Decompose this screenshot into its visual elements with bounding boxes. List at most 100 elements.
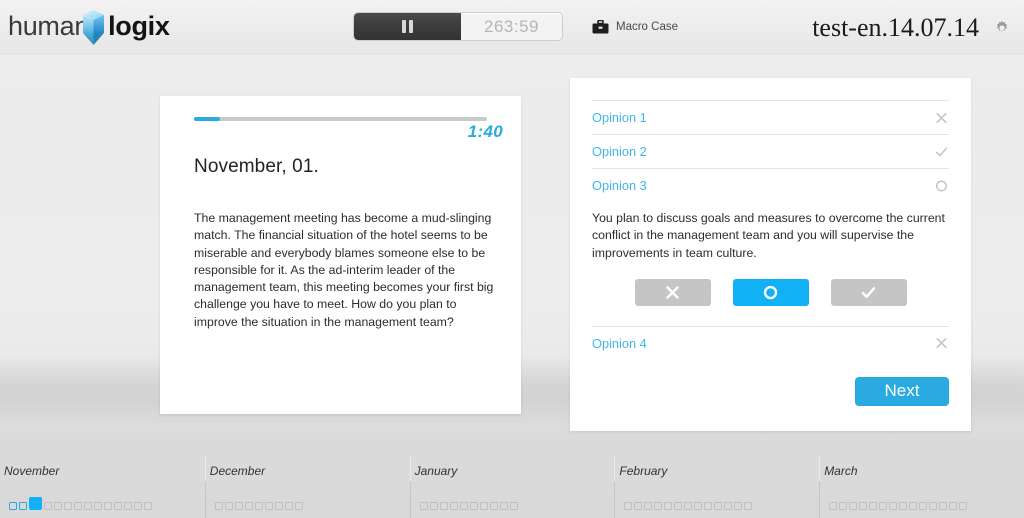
opinion-row[interactable]: Opinion 2 [592, 134, 949, 168]
timeline-day-current[interactable] [29, 497, 42, 510]
timeline-day-upcoming[interactable] [684, 502, 693, 510]
scenario-title: November, 01. [194, 156, 319, 177]
timeline-day-upcoming[interactable] [64, 502, 72, 510]
opinion-expanded-text: You plan to discuss goals and measures t… [592, 211, 945, 260]
timeline-day-upcoming[interactable] [919, 502, 928, 510]
timeline-day-upcoming[interactable] [94, 502, 102, 510]
timeline-day-upcoming[interactable] [899, 502, 908, 510]
timeline-day-upcoming[interactable] [929, 502, 938, 510]
timeline-day-upcoming[interactable] [879, 502, 888, 510]
timeline-month-label: January [414, 464, 458, 478]
opinion-label: Opinion 3 [592, 178, 647, 193]
session-timer: 263:59 [484, 16, 539, 36]
timeline-day-completed[interactable] [9, 502, 17, 510]
opinion-row[interactable]: Opinion 1 [592, 100, 949, 134]
opinion-list: Opinion 1 Opinion 2 Opinion 3 [592, 100, 949, 202]
timeline-day-upcoming[interactable] [664, 502, 673, 510]
circle-icon [935, 179, 948, 192]
timeline-day-upcoming[interactable] [949, 502, 958, 510]
check-icon [935, 147, 948, 156]
timeline-day-upcoming[interactable] [439, 502, 448, 510]
timeline-day-upcoming[interactable] [134, 502, 142, 510]
timeline-day-upcoming[interactable] [54, 502, 62, 510]
timeline-day-upcoming[interactable] [74, 502, 82, 510]
timeline-day-completed[interactable] [19, 502, 27, 510]
opinion-label: Opinion 2 [592, 144, 647, 159]
opinion-row[interactable]: Opinion 4 [592, 325, 949, 360]
timeline-day-cells [9, 497, 152, 510]
gear-icon[interactable] [994, 20, 1010, 36]
timeline-day-upcoming[interactable] [859, 502, 868, 510]
timeline-day-upcoming[interactable] [44, 502, 52, 510]
timeline-day-upcoming[interactable] [634, 502, 643, 510]
timeline-divider-gap [614, 456, 616, 481]
timeline-day-upcoming[interactable] [114, 502, 122, 510]
timeline-day-cells [419, 502, 518, 510]
timeline-day-upcoming[interactable] [469, 502, 478, 510]
circle-icon [763, 285, 778, 300]
brand-logo-text-light: human [8, 11, 90, 41]
timeline-month-march: March [819, 456, 1024, 518]
test-identifier: test-en.14.07.14 [812, 13, 979, 42]
check-icon [935, 145, 948, 158]
timeline-day-upcoming[interactable] [294, 502, 303, 510]
timeline-divider-gap [409, 456, 411, 481]
scenario-progress-bar[interactable] [194, 117, 487, 121]
timeline-day-upcoming[interactable] [419, 502, 428, 510]
timeline-day-upcoming[interactable] [84, 502, 92, 510]
timeline-day-upcoming[interactable] [704, 502, 713, 510]
timeline-day-upcoming[interactable] [479, 502, 488, 510]
timeline-day-upcoming[interactable] [644, 502, 653, 510]
timeline-day-cells [214, 502, 303, 510]
timeline-day-upcoming[interactable] [459, 502, 468, 510]
timeline-day-upcoming[interactable] [224, 502, 233, 510]
choice-button-accept[interactable] [830, 278, 907, 306]
timeline-day-upcoming[interactable] [264, 502, 273, 510]
opinion-row[interactable]: Opinion 3 [592, 168, 949, 202]
timeline-day-upcoming[interactable] [449, 502, 458, 510]
scenario-body-text: The management meeting has become a mud-… [194, 211, 494, 329]
timeline-day-upcoming[interactable] [214, 502, 223, 510]
timeline-day-upcoming[interactable] [744, 502, 753, 510]
timeline-day-upcoming[interactable] [829, 502, 838, 510]
timeline-day-upcoming[interactable] [909, 502, 918, 510]
timeline-month-label: December [209, 464, 266, 478]
timeline-day-upcoming[interactable] [654, 502, 663, 510]
timeline-day-upcoming[interactable] [889, 502, 898, 510]
pause-button[interactable] [354, 13, 461, 40]
timeline-day-upcoming[interactable] [244, 502, 253, 510]
transport-control: 263:59 [353, 12, 563, 41]
cross-icon [666, 286, 679, 299]
timeline-day-upcoming[interactable] [104, 502, 112, 510]
timeline-day-upcoming[interactable] [694, 502, 703, 510]
timeline-day-upcoming[interactable] [624, 502, 633, 510]
timeline-divider-gap [819, 456, 821, 481]
timeline-day-upcoming[interactable] [939, 502, 948, 510]
macro-case-label: Macro Case [616, 21, 678, 33]
timeline-day-upcoming[interactable] [234, 502, 243, 510]
next-button[interactable]: Next [855, 376, 949, 406]
choice-button-reject[interactable] [634, 278, 711, 306]
macro-case-button[interactable]: Macro Case [592, 20, 678, 34]
timeline-day-upcoming[interactable] [674, 502, 683, 510]
timeline-month-december: December [204, 456, 410, 518]
timeline-day-upcoming[interactable] [429, 502, 438, 510]
timeline-day-upcoming[interactable] [839, 502, 848, 510]
timeline-day-upcoming[interactable] [849, 502, 858, 510]
timeline-day-upcoming[interactable] [124, 502, 132, 510]
timeline-day-upcoming[interactable] [489, 502, 498, 510]
timeline-month-label: March [824, 464, 858, 478]
timeline-day-upcoming[interactable] [509, 502, 518, 510]
scenario-timer: 1:40 [467, 122, 503, 141]
timeline-day-upcoming[interactable] [734, 502, 743, 510]
choice-button-undecided[interactable] [732, 278, 809, 306]
timeline-day-upcoming[interactable] [714, 502, 723, 510]
timeline-day-upcoming[interactable] [254, 502, 263, 510]
timeline-day-upcoming[interactable] [724, 502, 733, 510]
timeline-day-upcoming[interactable] [284, 502, 293, 510]
timeline-day-upcoming[interactable] [959, 502, 968, 510]
timeline-day-upcoming[interactable] [144, 502, 152, 510]
timeline-day-upcoming[interactable] [499, 502, 508, 510]
timeline-day-upcoming[interactable] [274, 502, 283, 510]
timeline-day-upcoming[interactable] [869, 502, 878, 510]
